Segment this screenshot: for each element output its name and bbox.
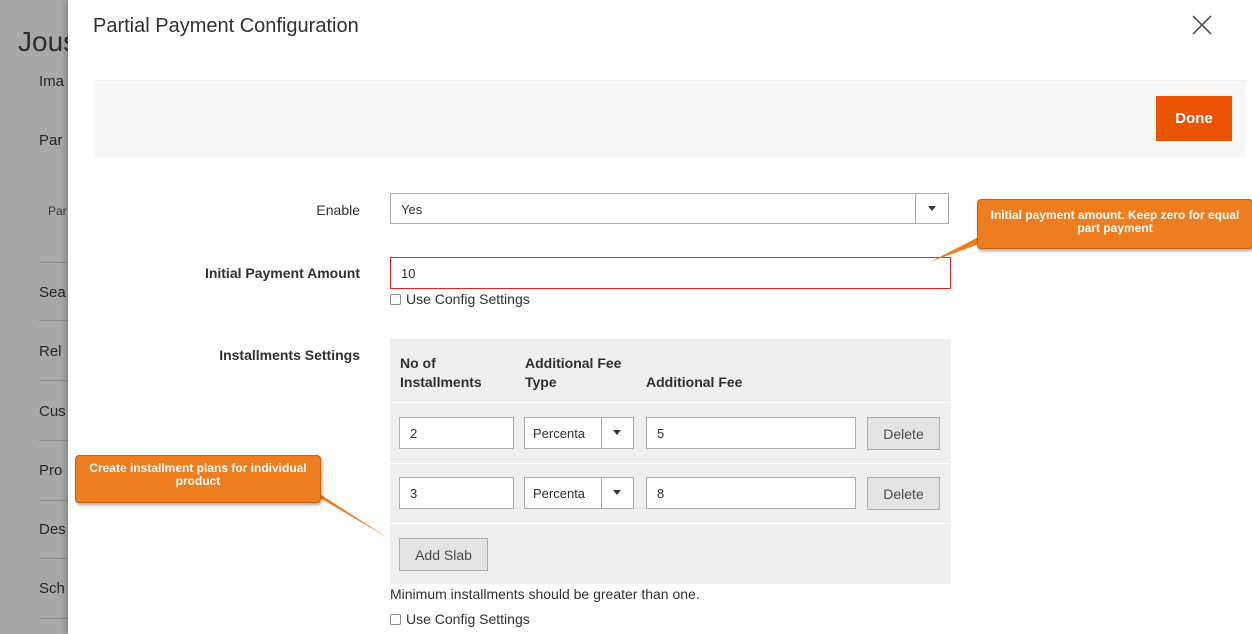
dropdown-arrow[interactable]: [601, 478, 633, 508]
additional-fee-input[interactable]: 8: [646, 477, 856, 509]
installments-note: Minimum installments should be greater t…: [390, 586, 700, 602]
divider: [39, 500, 68, 501]
dropdown-arrow[interactable]: [915, 194, 948, 223]
use-config-checkbox[interactable]: [390, 293, 401, 305]
background-section-label: Par: [48, 204, 67, 218]
dropdown-arrow[interactable]: [601, 418, 633, 448]
enable-select-value: Yes: [401, 202, 423, 217]
use-config-label: Use Config Settings: [406, 291, 530, 307]
installment-count-input[interactable]: 3: [399, 477, 514, 509]
installments-settings-label: Installments Settings: [219, 347, 360, 363]
background-section-label: Ima: [39, 73, 65, 90]
chevron-down-icon: [928, 206, 936, 211]
screen: Jous Ima Par Par Sea Rel Cus Pro Des Sch…: [0, 0, 1252, 634]
additional-fee-input[interactable]: 5: [646, 417, 856, 449]
use-config-checkbox[interactable]: [390, 613, 401, 625]
divider: [39, 558, 68, 559]
initial-use-config-row[interactable]: Use Config Settings: [390, 291, 530, 307]
background-page: Jous Ima Par Par Sea Rel Cus Pro Des Sch: [0, 0, 68, 634]
close-icon: [1192, 15, 1212, 35]
divider: [39, 618, 68, 619]
installment-count-input[interactable]: 2: [399, 417, 514, 449]
partial-payment-modal: Partial Payment Configuration Done Enabl…: [68, 0, 1252, 634]
fee-type-select[interactable]: Percenta: [524, 477, 634, 509]
divider: [39, 380, 68, 381]
use-config-label: Use Config Settings: [406, 611, 530, 627]
enable-label: Enable: [316, 202, 360, 218]
modal-title: Partial Payment Configuration: [93, 15, 359, 37]
column-header-no-of-installments: No of Installments: [400, 355, 482, 390]
background-section-label: Par: [39, 132, 63, 149]
divider: [390, 523, 951, 524]
initial-payment-callout: Initial payment amount. Keep zero for eq…: [977, 199, 1252, 249]
enable-select[interactable]: Yes: [390, 193, 949, 224]
background-section-label: Sea: [39, 284, 66, 301]
background-section-label: Des: [39, 521, 66, 538]
delete-button[interactable]: Delete: [867, 477, 940, 510]
column-header-additional-fee: Additional Fee: [646, 374, 743, 390]
fee-type-select[interactable]: Percenta: [524, 417, 634, 449]
installments-use-config-row[interactable]: Use Config Settings: [390, 611, 530, 627]
background-section-label: Sch: [39, 580, 65, 597]
divider: [390, 463, 951, 464]
modal-action-bar: [94, 80, 1246, 157]
fee-type-value: Percenta: [533, 426, 586, 441]
divider: [390, 402, 951, 403]
installments-table: No of Installments Additional Fee Type A…: [390, 339, 951, 584]
installment-plans-callout: Create installment plans for individual …: [75, 455, 321, 503]
divider: [39, 262, 68, 263]
initial-payment-label: Initial Payment Amount: [204, 265, 360, 281]
initial-payment-input[interactable]: 10: [390, 257, 951, 289]
background-section-label: Cus: [39, 403, 66, 420]
divider: [39, 320, 68, 321]
background-section-label: Pro: [39, 462, 63, 479]
add-slab-button[interactable]: Add Slab: [399, 538, 488, 571]
background-page-title: Jous: [18, 26, 68, 57]
close-button[interactable]: [1189, 12, 1215, 38]
fee-type-value: Percenta: [533, 486, 586, 501]
chevron-down-icon: [613, 430, 621, 435]
background-section-label: Rel: [39, 343, 62, 360]
done-button[interactable]: Done: [1156, 96, 1232, 141]
delete-button[interactable]: Delete: [867, 417, 940, 450]
divider: [39, 440, 68, 441]
column-header-fee-type: Additional Fee Type: [525, 355, 622, 390]
chevron-down-icon: [613, 490, 621, 495]
